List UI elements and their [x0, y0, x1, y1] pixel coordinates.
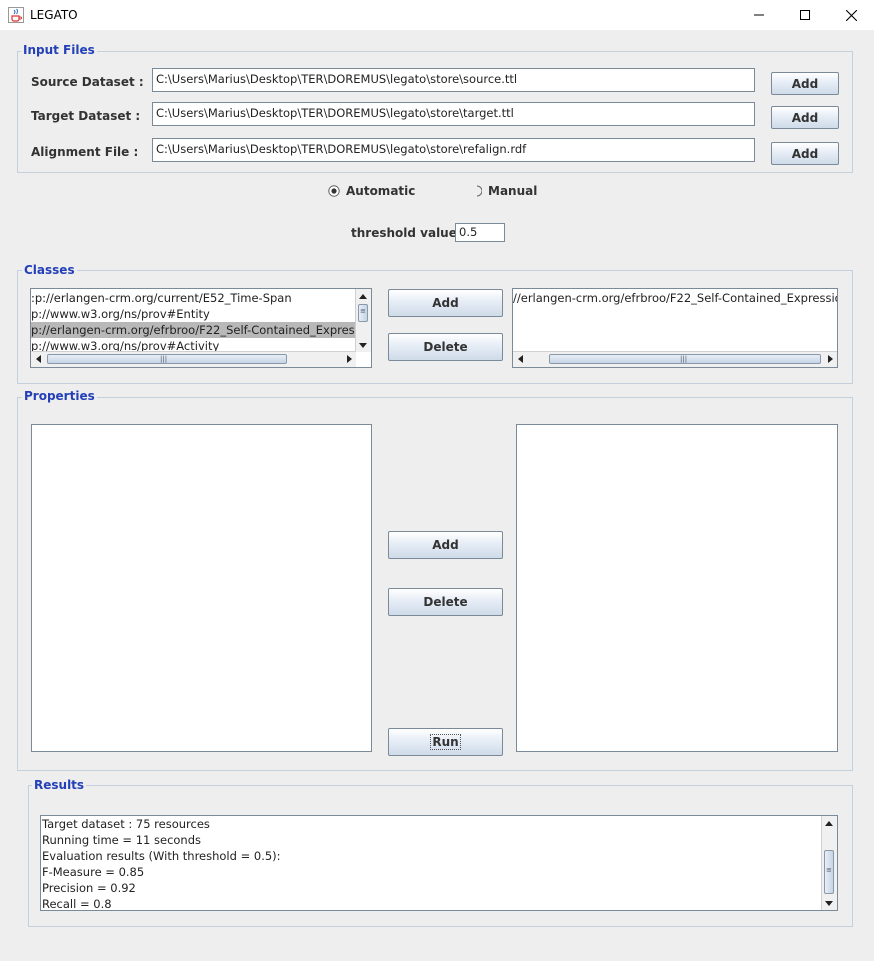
threshold-input[interactable]: 0.5: [455, 223, 505, 242]
scroll-left-icon[interactable]: [513, 352, 527, 366]
run-button[interactable]: Run: [388, 728, 503, 756]
window-title: LEGATO: [30, 8, 78, 22]
minimize-icon: [754, 14, 764, 16]
scroll-up-icon[interactable]: [356, 289, 370, 303]
close-button[interactable]: [828, 0, 874, 30]
add-source-button[interactable]: Add: [771, 72, 839, 95]
target-classes-list[interactable]: //erlangen-crm.org/efrbroo/F22_Self-Cont…: [512, 288, 838, 368]
scroll-right-icon[interactable]: [342, 352, 356, 366]
results-title: Results: [32, 778, 87, 792]
scroll-thumb[interactable]: |||: [47, 354, 287, 364]
automatic-label: Automatic: [346, 184, 416, 198]
scroll-down-icon[interactable]: [356, 338, 370, 352]
manual-radio[interactable]: Manual: [476, 184, 537, 198]
alignment-file-field[interactable]: C:\Users\Marius\Desktop\TER\DOREMUS\lega…: [152, 138, 755, 162]
delete-class-button[interactable]: Delete: [388, 333, 503, 361]
scroll-thumb[interactable]: ≡: [824, 850, 834, 894]
close-icon: [845, 9, 857, 21]
result-line: F-Measure = 0.85: [42, 865, 145, 879]
add-class-button[interactable]: Add: [388, 289, 503, 317]
scroll-thumb[interactable]: ≡: [358, 304, 368, 322]
classes-title: Classes: [22, 263, 77, 277]
add-alignment-button[interactable]: Add: [771, 142, 839, 165]
horizontal-scrollbar[interactable]: |||: [31, 351, 356, 367]
list-item-selected[interactable]: p://erlangen-crm.org/efrbroo/F22_Self-Co…: [31, 322, 357, 338]
alignment-file-label: Alignment File :: [31, 145, 139, 159]
result-line: Precision = 0.92: [42, 881, 136, 895]
title-bar: LEGATO: [0, 0, 874, 30]
threshold-label: threshold value :: [351, 226, 466, 240]
delete-property-button[interactable]: Delete: [388, 588, 503, 616]
list-item[interactable]: p://www.w3.org/ns/prov#Entity: [31, 306, 357, 322]
manual-label: Manual: [488, 184, 538, 198]
source-dataset-field[interactable]: C:\Users\Marius\Desktop\TER\DOREMUS\lega…: [152, 68, 755, 92]
scroll-right-icon[interactable]: [823, 352, 837, 366]
horizontal-scrollbar[interactable]: |||: [513, 351, 837, 367]
add-target-button[interactable]: Add: [771, 106, 839, 129]
result-line: Evaluation results (With threshold = 0.5…: [42, 849, 281, 863]
maximize-icon: [800, 10, 810, 20]
automatic-radio[interactable]: Automatic: [328, 184, 415, 198]
target-properties-list[interactable]: [516, 424, 838, 752]
properties-title: Properties: [22, 389, 97, 403]
scroll-left-icon[interactable]: [31, 352, 45, 366]
radio-selected-icon: [328, 185, 340, 197]
list-item[interactable]: :p://erlangen-crm.org/current/E52_Time-S…: [31, 290, 357, 306]
target-dataset-field[interactable]: C:\Users\Marius\Desktop\TER\DOREMUS\lega…: [152, 102, 755, 126]
source-properties-list[interactable]: [31, 424, 372, 752]
result-line: Recall = 0.8: [42, 897, 112, 911]
scroll-thumb[interactable]: |||: [549, 354, 821, 364]
input-files-title: Input Files: [21, 43, 97, 57]
scroll-down-icon[interactable]: [822, 896, 836, 910]
target-dataset-label: Target Dataset :: [31, 109, 141, 123]
vertical-scrollbar[interactable]: ≡: [821, 816, 837, 910]
add-property-button[interactable]: Add: [388, 531, 503, 559]
maximize-button[interactable]: [782, 0, 828, 30]
source-classes-list[interactable]: :p://erlangen-crm.org/current/E52_Time-S…: [30, 288, 372, 368]
result-line: Running time = 11 seconds: [42, 833, 202, 847]
result-line: Target dataset : 75 resources: [42, 817, 210, 831]
results-text-area[interactable]: Target dataset : 75 resources Running ti…: [40, 815, 838, 911]
list-item[interactable]: //erlangen-crm.org/efrbroo/F22_Self-Cont…: [513, 290, 837, 306]
source-dataset-label: Source Dataset :: [31, 75, 144, 89]
vertical-scrollbar[interactable]: ≡: [355, 289, 371, 352]
radio-unselected-icon: [476, 185, 482, 197]
java-cup-icon: [8, 7, 24, 23]
minimize-button[interactable]: [736, 0, 782, 30]
scroll-up-icon[interactable]: [822, 816, 836, 830]
run-label: Run: [430, 734, 461, 750]
